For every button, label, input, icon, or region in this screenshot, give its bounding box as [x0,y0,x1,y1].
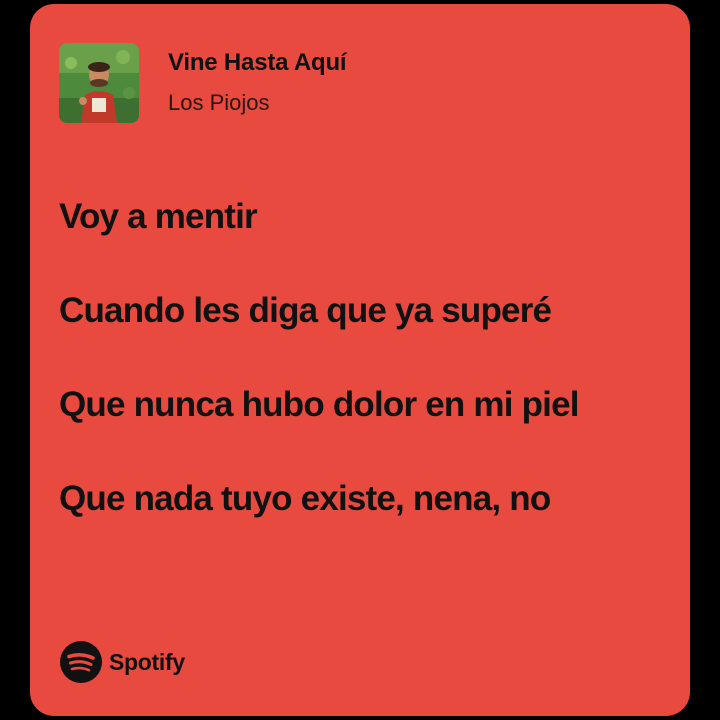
album-cover-image [59,43,139,123]
lyrics-block: Voy a mentir Cuando les diga que ya supe… [59,192,659,568]
spotify-wordmark: Spotify [109,648,185,675]
lyrics-share-card: Vine Hasta Aquí Los Piojos Voy a mentir … [30,4,690,716]
lyric-line-4: Que nada tuyo existe, nena, no [59,479,551,518]
artist-name: Los Piojos [168,90,270,115]
track-meta: Vine Hasta Aquí Los Piojos [168,49,347,117]
lyric-line-3: Que nunca hubo dolor en mi piel [59,385,579,424]
track-title: Vine Hasta Aquí [168,49,347,76]
lyric-line-1: Voy a mentir [59,197,258,236]
lyric-line-2: Cuando les diga que ya superé [59,291,552,330]
spotify-branding: Spotify [59,640,185,684]
spotify-logo-icon [60,641,102,683]
track-header: Vine Hasta Aquí Los Piojos [59,43,347,123]
album-cover-art [59,43,139,123]
